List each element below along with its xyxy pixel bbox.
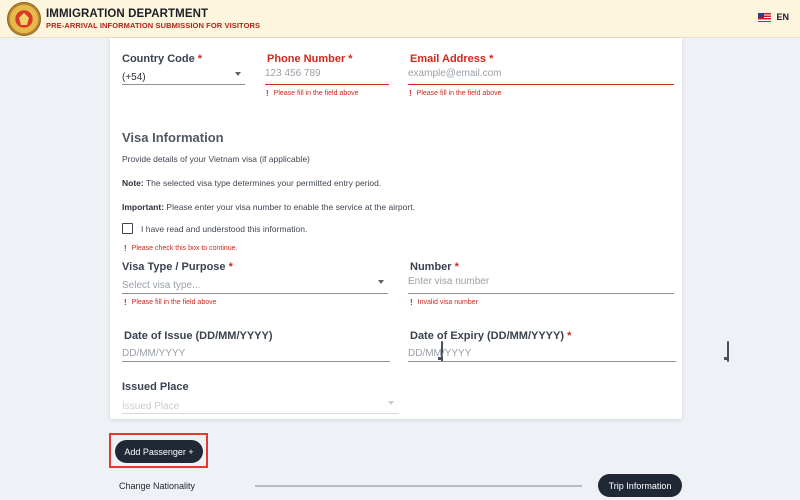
chevron-down-icon <box>235 72 241 76</box>
acknowledge-checkbox-error: ! Please check this box to continue. <box>124 244 238 253</box>
change-nationality-link[interactable]: Change Nationality <box>119 481 195 491</box>
visa-number-input[interactable]: Enter visa number <box>408 276 674 290</box>
date-of-expiry-label: Date of Expiry (DD/MM/YYYY) * <box>410 330 572 342</box>
country-code-underline <box>122 84 245 85</box>
email-address-input[interactable]: example@email.com <box>408 68 674 82</box>
acknowledge-checkbox[interactable] <box>122 223 133 234</box>
visa-type-label: Visa Type / Purpose * <box>122 261 233 273</box>
visa-number-error: ! Invalid visa number <box>410 298 478 307</box>
email-address-underline <box>408 84 674 85</box>
chevron-down-icon <box>388 401 394 405</box>
acknowledge-checkbox-row[interactable]: I have read and understood this informat… <box>122 223 307 234</box>
visa-note: Note: The selected visa type determines … <box>122 178 382 188</box>
step-progress-bar <box>255 485 582 487</box>
trip-information-button[interactable]: Trip Information <box>598 474 682 497</box>
visa-important-notice: Important: Please enter your visa number… <box>122 202 415 212</box>
add-passenger-button[interactable]: Add Passenger + <box>115 440 203 463</box>
phone-number-underline <box>265 84 389 85</box>
date-of-issue-input[interactable]: DD/MM/YYYY <box>122 341 444 362</box>
issued-place-placeholder: Issued Place <box>122 401 180 412</box>
language-code: EN <box>776 12 789 22</box>
visa-number-underline <box>408 293 674 294</box>
country-code-label: Country Code * <box>122 53 203 65</box>
phone-number-error: ! Please fill in the field above <box>266 89 359 98</box>
visa-type-select[interactable]: Select visa type... <box>122 275 388 291</box>
issued-place-label: Issued Place <box>122 381 189 393</box>
phone-number-label: Phone Number * <box>267 53 353 65</box>
visa-number-label: Number * <box>410 261 459 273</box>
date-of-issue-underline <box>122 361 390 362</box>
header-title: IMMIGRATION DEPARTMENT <box>46 8 209 20</box>
visa-description: Provide details of your Vietnam visa (if… <box>122 154 310 164</box>
top-header: IMMIGRATION DEPARTMENT PRE-ARRIVAL INFOR… <box>0 0 800 38</box>
issued-place-select: Issued Place <box>122 396 399 412</box>
visa-type-placeholder: Select visa type... <box>122 280 201 291</box>
language-selector[interactable]: EN <box>758 12 789 22</box>
visa-type-underline <box>122 293 388 294</box>
chevron-down-icon <box>378 280 384 284</box>
department-emblem-logo <box>7 2 41 36</box>
country-code-select[interactable]: (+54) <box>122 67 245 83</box>
us-flag-icon <box>758 12 772 22</box>
country-code-value: (+54) <box>122 72 146 83</box>
date-of-expiry-underline <box>408 361 676 362</box>
calendar-icon[interactable] <box>727 341 730 362</box>
email-address-label: Email Address * <box>410 53 494 65</box>
visa-type-error: ! Please fill in the field above <box>124 298 217 307</box>
header-subtitle: PRE-ARRIVAL INFORMATION SUBMISSION FOR V… <box>46 21 261 30</box>
date-of-expiry-input[interactable]: DD/MM/YYYY <box>408 341 730 362</box>
date-of-issue-label: Date of Issue (DD/MM/YYYY) <box>124 330 273 342</box>
phone-number-input[interactable]: 123 456 789 <box>265 68 389 82</box>
acknowledge-checkbox-label: I have read and understood this informat… <box>141 223 308 234</box>
date-of-expiry-placeholder: DD/MM/YYYY <box>408 348 472 359</box>
form-card: Country Code * (+54) Phone Number * 123 … <box>110 38 730 419</box>
visa-section-title: Visa Information <box>122 130 224 145</box>
email-address-error: ! Please fill in the field above <box>409 89 502 98</box>
date-of-issue-placeholder: DD/MM/YYYY <box>122 348 186 359</box>
issued-place-underline <box>122 413 399 414</box>
